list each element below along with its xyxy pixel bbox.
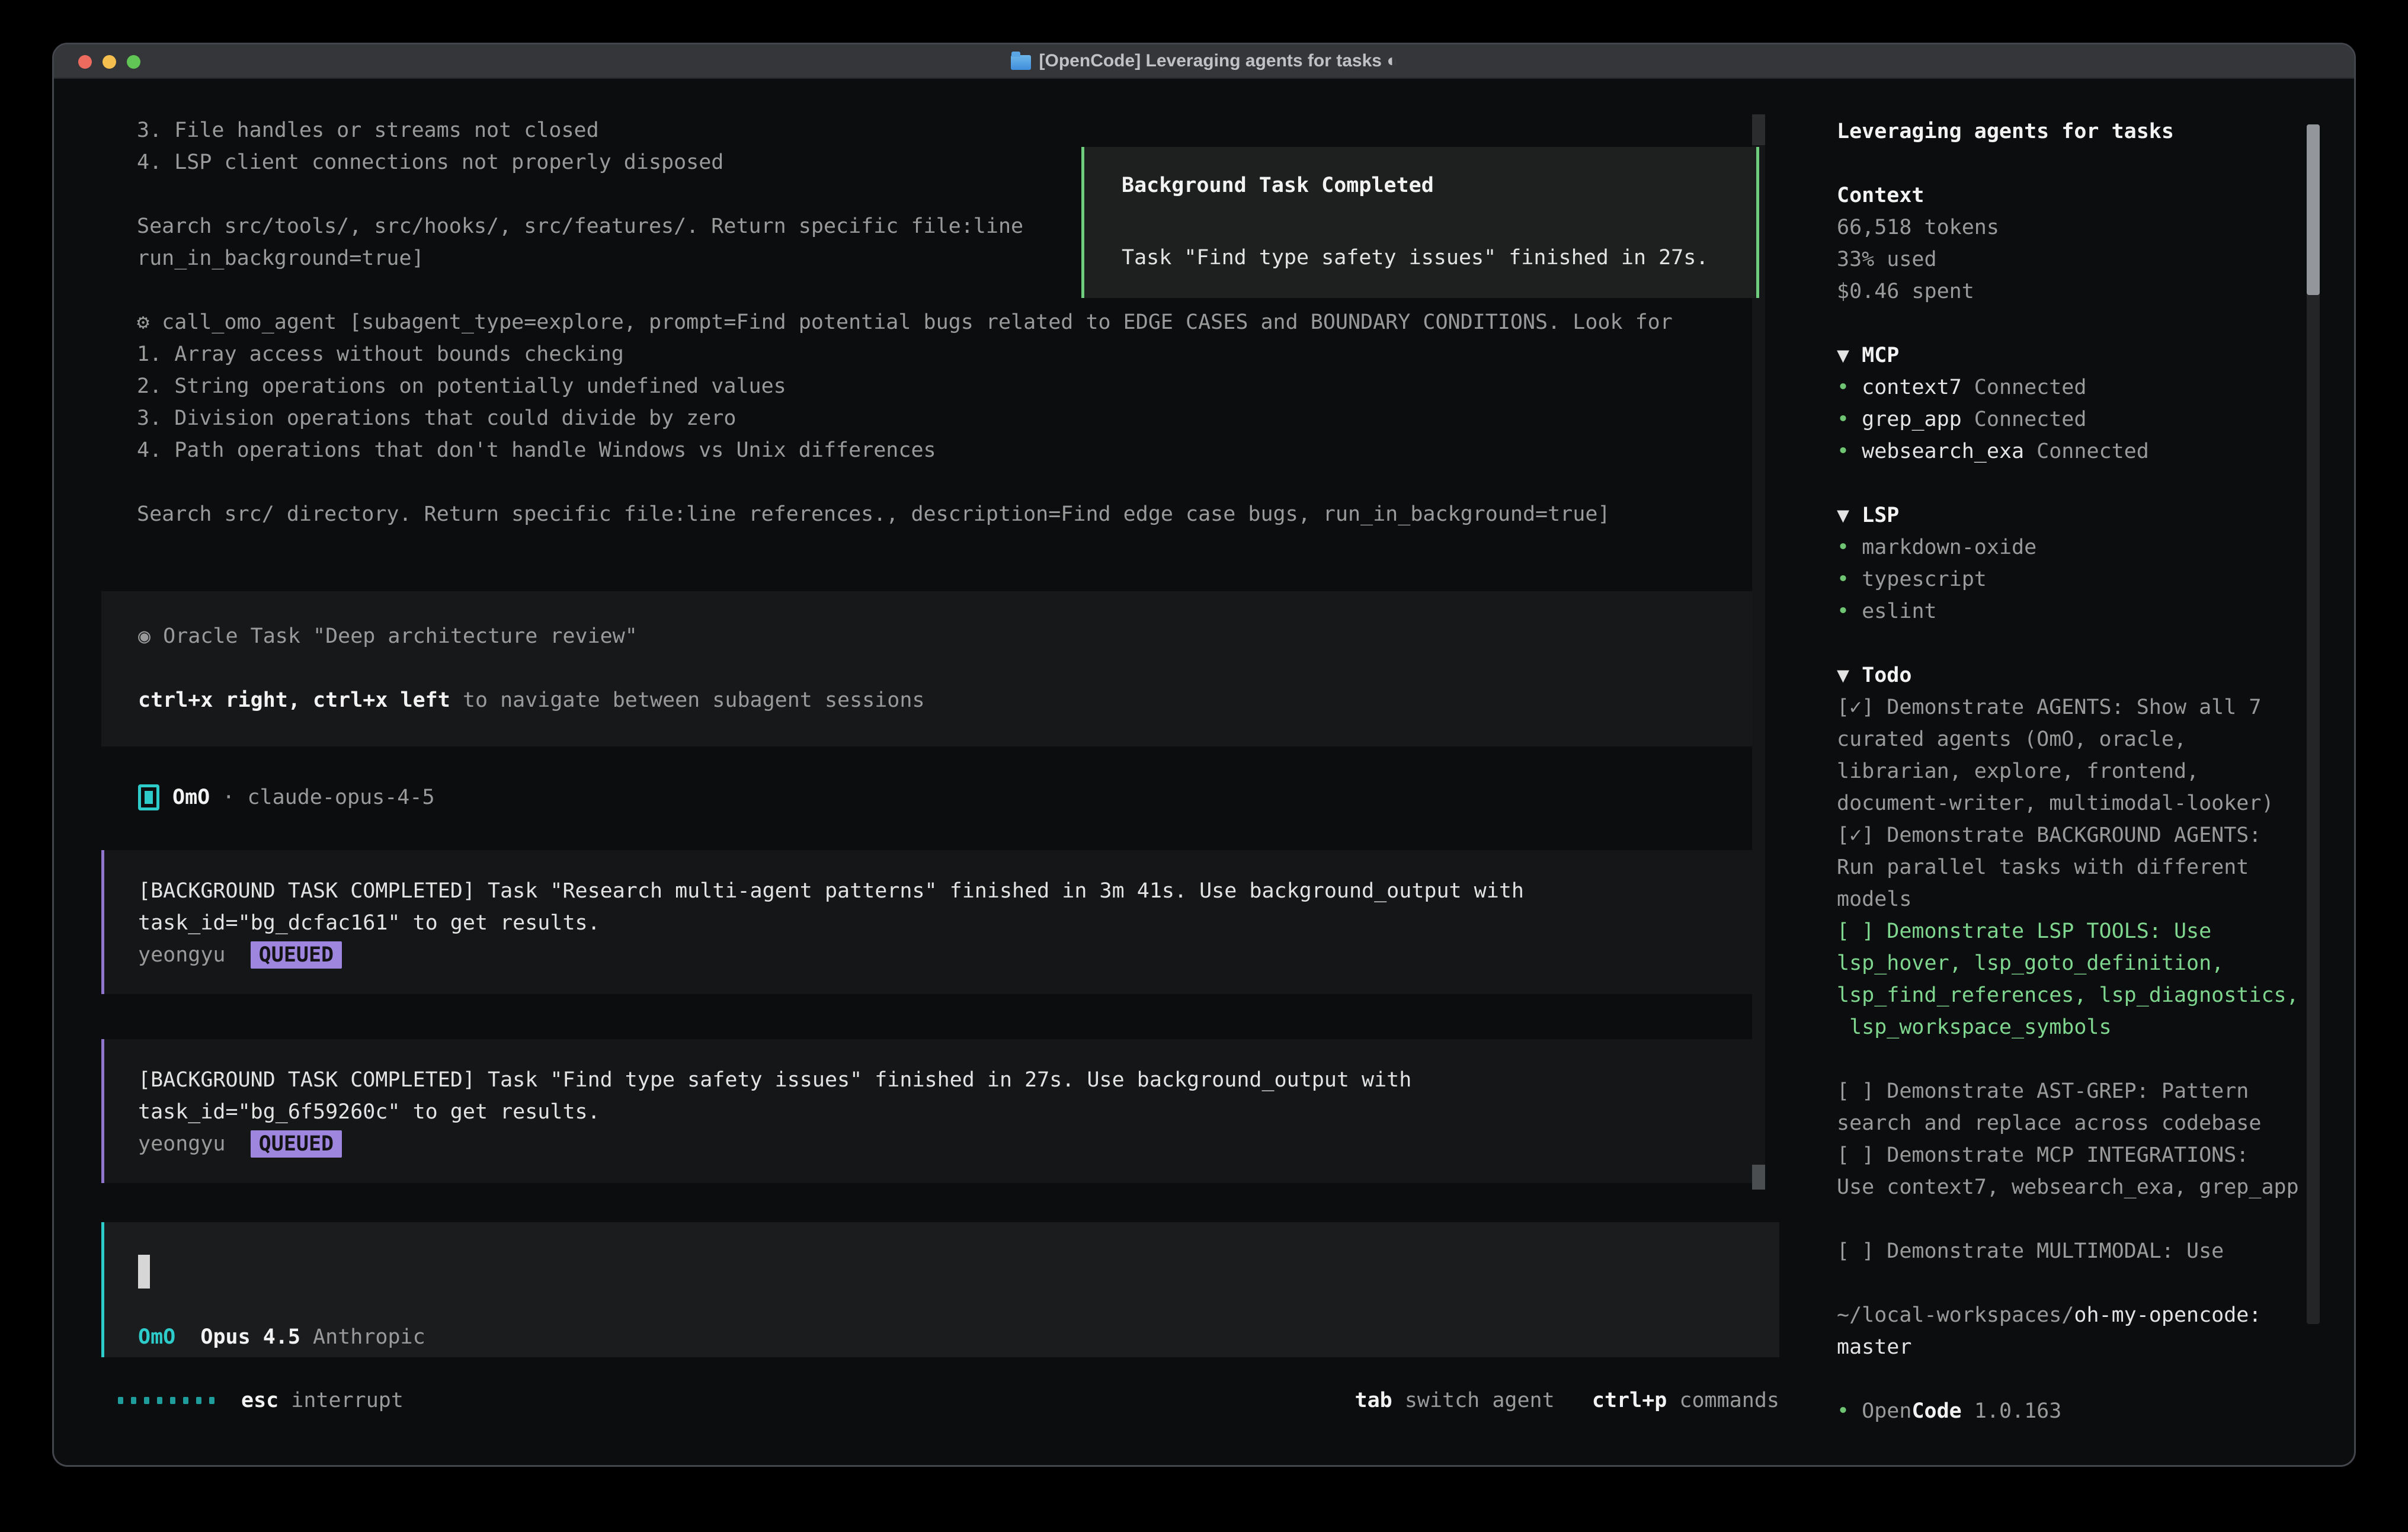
input-modeline: OmO Opus 4.5 Anthropic	[138, 1321, 425, 1353]
message-line: [BACKGROUND TASK COMPLETED] Task "Resear…	[138, 875, 1759, 907]
sidebar-line: • grep_app Connected	[1837, 403, 2086, 435]
sidebar-line: [✓] Demonstrate AGENTS: Show all 7	[1837, 691, 2261, 723]
sidebar-line: • OpenCode 1.0.163	[1837, 1395, 2061, 1427]
terminal-line: ⚙ call_omo_agent [subagent_type=explore,…	[137, 306, 1673, 338]
sidebar-line: [ ] Demonstrate MULTIMODAL: Use	[1837, 1235, 2224, 1267]
keyboard-hints: tab switch agent ctrl+p commands	[1355, 1384, 1779, 1416]
sidebar-line: lsp_hover, lsp_goto_definition,	[1837, 947, 2224, 979]
activity-dot	[118, 1397, 123, 1404]
agent-icon	[138, 784, 159, 810]
sidebar-line: models	[1837, 883, 1911, 915]
status-left: esc interrupt	[118, 1384, 404, 1416]
sidebar-line: librarian, explore, frontend,	[1837, 755, 2199, 787]
agent-icon-inner	[145, 791, 153, 804]
activity-dot	[170, 1397, 175, 1404]
window-title-text: [OpenCode] Leveraging agents for tasks ◐	[1039, 51, 1398, 71]
main-scrollbar-thumb[interactable]	[1752, 1165, 1765, 1190]
terminal-line: 3. Division operations that could divide…	[137, 402, 1673, 434]
sidebar-line: ~/local-workspaces/oh-my-opencode:	[1837, 1299, 2261, 1331]
sidebar-line: ▼ MCP	[1837, 339, 1899, 371]
sidebar-line: • context7 Connected	[1837, 371, 2086, 403]
sidebar-line: search and replace across codebase	[1837, 1107, 2261, 1139]
interrupt-hint: esc interrupt	[241, 1384, 404, 1416]
activity-dots	[118, 1397, 214, 1404]
terminal-line: 3. File handles or streams not closed	[137, 114, 1673, 146]
session-sidebar: Leveraging agents for tasks Context66,518…	[1837, 44, 2311, 1467]
sidebar-scrollbar[interactable]	[2307, 124, 2320, 1324]
sidebar-line: [✓] Demonstrate BACKGROUND AGENTS:	[1837, 819, 2261, 851]
message-line: task_id="bg_6f59260c" to get results.	[138, 1096, 1759, 1128]
terminal-line: 4. Path operations that don't handle Win…	[137, 434, 1673, 466]
sidebar-line: ▼ LSP	[1837, 499, 1899, 531]
terminal-line	[137, 466, 1673, 498]
oracle-task-title: ◉ Oracle Task "Deep architecture review"	[138, 620, 1759, 652]
terminal-line: Search src/ directory. Return specific f…	[137, 498, 1673, 530]
sidebar-line: lsp_find_references, lsp_diagnostics,	[1837, 979, 2299, 1011]
sidebar-line: Run parallel tasks with different	[1837, 851, 2249, 883]
message-meta: yeongyu QUEUED	[138, 939, 1759, 971]
sidebar-line: document-writer, multimodal-looker)	[1837, 787, 2274, 819]
text-cursor	[138, 1255, 150, 1289]
sidebar-line: Leveraging agents for tasks	[1837, 116, 2174, 148]
oracle-task-box: ◉ Oracle Task "Deep architecture review"…	[101, 591, 1759, 746]
sidebar-scrollbar-thumb[interactable]	[2307, 124, 2320, 295]
sidebar-line: master	[1837, 1331, 1911, 1363]
sidebar-line: 66,518 tokens	[1837, 211, 1999, 243]
agent-session-label: OmO · claude-opus-4-5	[172, 781, 435, 813]
notification-title: Background Task Completed	[1122, 169, 1434, 201]
status-bar: esc interrupt tab switch agent ctrl+p co…	[118, 1384, 1779, 1416]
minimize-button[interactable]	[103, 55, 116, 69]
oracle-task-hint: ctrl+x right, ctrl+x left to navigate be…	[138, 684, 1759, 716]
activity-dot	[144, 1397, 149, 1404]
window-title: [OpenCode] Leveraging agents for tasks ◐	[1011, 51, 1398, 71]
message-line: task_id="bg_dcfac161" to get results.	[138, 907, 1759, 939]
activity-dot	[131, 1397, 136, 1404]
sidebar-line: • typescript	[1837, 563, 1987, 595]
background-task-message-1: [BACKGROUND TASK COMPLETED] Task "Resear…	[101, 850, 1759, 994]
sidebar-line: ▼ Todo	[1837, 659, 1911, 691]
terminal-line: 1. Array access without bounds checking	[137, 338, 1673, 370]
spacer	[138, 652, 1759, 684]
message-meta: yeongyu QUEUED	[138, 1128, 1759, 1160]
sidebar-line: 33% used	[1837, 243, 1937, 275]
prompt-input[interactable]: OmO Opus 4.5 Anthropic	[101, 1222, 1779, 1357]
activity-dot	[196, 1397, 201, 1404]
message-line: [BACKGROUND TASK COMPLETED] Task "Find t…	[138, 1064, 1759, 1096]
main-scrollbar-top-segment[interactable]	[1752, 114, 1765, 145]
activity-dot	[157, 1397, 162, 1404]
traffic-lights	[78, 55, 140, 69]
activity-dot	[209, 1397, 214, 1404]
close-button[interactable]	[78, 55, 92, 69]
sidebar-line: • markdown-oxide	[1837, 531, 2036, 563]
sidebar-line: $0.46 spent	[1837, 275, 1974, 307]
sidebar-line: lsp_workspace_symbols	[1837, 1011, 2112, 1043]
zoom-button[interactable]	[127, 55, 140, 69]
sidebar-line: • websearch_exa Connected	[1837, 435, 2149, 467]
terminal-line: 2. String operations on potentially unde…	[137, 370, 1673, 402]
toast-notification: Background Task Completed Task "Find typ…	[1081, 147, 1759, 298]
sidebar-line: [ ] Demonstrate AST-GREP: Pattern	[1837, 1075, 2249, 1107]
background-task-message-2: [BACKGROUND TASK COMPLETED] Task "Find t…	[101, 1039, 1759, 1183]
activity-dot	[183, 1397, 188, 1404]
sidebar-line: Use context7, websearch_exa, grep_app	[1837, 1171, 2299, 1203]
folder-icon	[1011, 55, 1031, 70]
sidebar-line: Context	[1837, 180, 1925, 211]
agent-session-header: OmO · claude-opus-4-5	[138, 781, 435, 813]
sidebar-line: [ ] Demonstrate MCP INTEGRATIONS:	[1837, 1139, 2249, 1171]
sidebar-line: • eslint	[1837, 595, 1937, 627]
notification-body: Task "Find type safety issues" finished …	[1122, 242, 1708, 274]
sidebar-line: curated agents (OmO, oracle,	[1837, 723, 2186, 755]
terminal-window: [OpenCode] Leveraging agents for tasks ◐…	[52, 43, 2356, 1467]
sidebar-line: [ ] Demonstrate LSP TOOLS: Use	[1837, 915, 2211, 947]
